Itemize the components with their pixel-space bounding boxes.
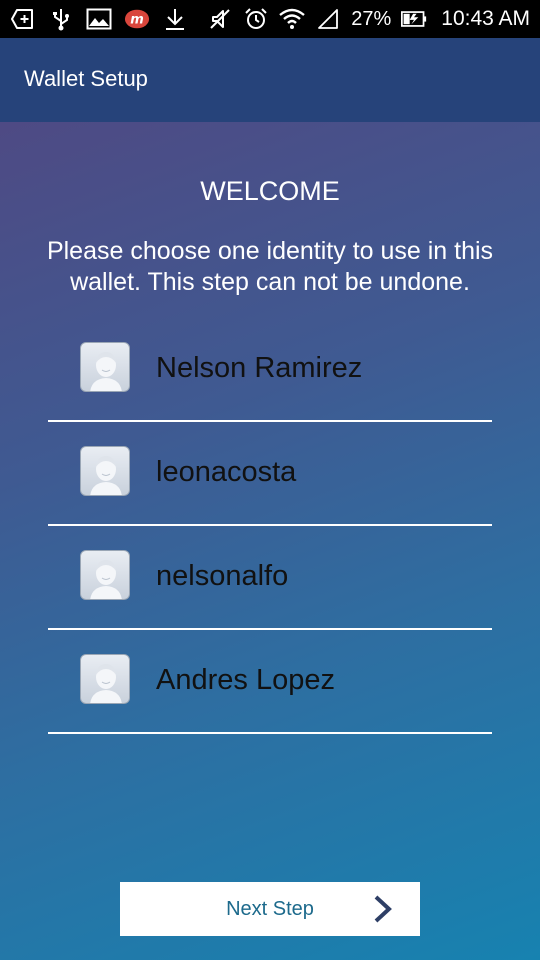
image-icon	[86, 6, 112, 32]
status-bar: m 27% 10:43 AM	[0, 0, 540, 38]
chevron-right-icon	[372, 895, 394, 923]
status-bar-system: 27% 10:43 AM	[207, 0, 530, 38]
download-icon	[162, 6, 188, 32]
page-title: Wallet Setup	[24, 66, 148, 91]
identity-name: Nelson Ramirez	[156, 352, 363, 384]
identity-item-nelson-ramirez[interactable]: Nelson Ramirez	[48, 318, 492, 422]
battery-charging-icon	[401, 6, 427, 32]
next-step-button[interactable]: Next Step	[120, 882, 420, 936]
usb-icon	[48, 6, 74, 32]
main-content: WELCOME Please choose one identity to us…	[0, 122, 540, 960]
instructions-text: Please choose one identity to use in thi…	[46, 237, 494, 296]
avatar-icon	[80, 550, 130, 600]
identity-name: leonacosta	[156, 456, 297, 488]
identity-list: Nelson Ramirez leonacosta nelsonalfo And…	[48, 318, 492, 734]
wifi-icon	[279, 6, 306, 32]
identity-item-andres-lopez[interactable]: Andres Lopez	[48, 630, 492, 734]
avatar-icon	[80, 342, 130, 392]
app-bar: Wallet Setup	[0, 38, 540, 122]
svg-text:m: m	[130, 13, 144, 28]
welcome-heading: WELCOME	[200, 176, 340, 206]
alarm-icon	[243, 6, 269, 32]
add-box-icon	[10, 6, 36, 32]
status-bar-notifications: m	[10, 0, 188, 38]
battery-percent: 27%	[351, 7, 392, 30]
identity-item-nelsonalfo[interactable]: nelsonalfo	[48, 526, 492, 630]
signal-icon	[315, 6, 341, 32]
avatar-icon	[80, 654, 130, 704]
avatar-icon	[80, 446, 130, 496]
identity-item-leonacosta[interactable]: leonacosta	[48, 422, 492, 526]
identity-name: nelsonalfo	[156, 560, 289, 592]
mute-icon	[207, 6, 233, 32]
app-m-icon: m	[124, 6, 150, 32]
clock: 10:43 AM	[441, 7, 530, 30]
identity-name: Andres Lopez	[156, 664, 335, 696]
